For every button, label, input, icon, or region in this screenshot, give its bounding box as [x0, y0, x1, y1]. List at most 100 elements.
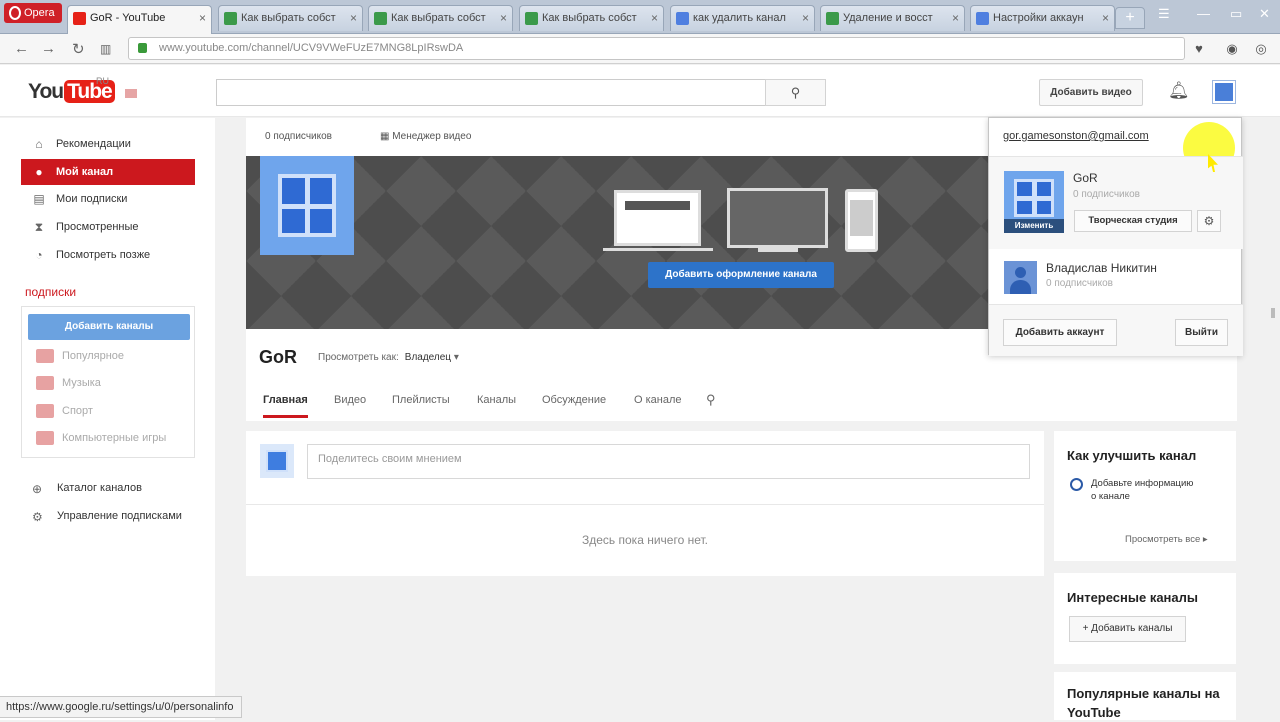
tab-home[interactable]: Главная	[263, 394, 308, 418]
popup-footer: Добавить аккаунт Выйти	[989, 305, 1243, 356]
settings-gear-icon[interactable]: ⚙	[1197, 210, 1221, 232]
tab-videos[interactable]: Видео	[334, 394, 366, 406]
browser-tab-6[interactable]: Удаление и восст ×	[820, 5, 965, 31]
tv-illustration	[727, 188, 828, 248]
tab-playlists[interactable]: Плейлисты	[392, 394, 450, 406]
hourglass-icon: ⧗	[34, 220, 44, 234]
address-bar[interactable]: www.youtube.com/channel/UCV9VWeFUzE7MNG8…	[128, 37, 1185, 60]
browser-tab-3[interactable]: Как выбрать собст ×	[368, 5, 513, 31]
sidebar-item-recommended[interactable]: ⌂ Рекомендации	[21, 131, 195, 157]
view-all-link[interactable]: Просмотреть все ▸	[1125, 534, 1208, 545]
browser-tab-5[interactable]: как удалить канал ×	[670, 5, 815, 31]
subscriber-count[interactable]: 0 подписчиков	[265, 131, 332, 142]
current-account-avatar[interactable]: Изменить	[1004, 171, 1064, 233]
laptop-illustration	[614, 190, 701, 246]
current-account-avatar-image	[1014, 179, 1054, 217]
sub-item-popular[interactable]: Популярное	[36, 349, 124, 363]
upload-video-button[interactable]: Добавить видео	[1039, 79, 1143, 106]
gaming-icon	[36, 431, 54, 445]
search-icon: ⚲	[790, 85, 801, 100]
close-tab-icon[interactable]: ×	[500, 6, 507, 30]
close-tab-icon[interactable]: ×	[651, 6, 658, 30]
extensions-icon[interactable]: ◎	[1250, 38, 1272, 60]
add-channel-art-button[interactable]: Добавить оформление канала	[648, 262, 834, 288]
home-icon: ⌂	[35, 137, 43, 151]
status-bar-url: https://www.google.ru/settings/u/0/perso…	[0, 696, 243, 718]
opera-menu-button[interactable]: Opera	[4, 3, 62, 23]
sub-item-sport[interactable]: Спорт	[36, 404, 93, 418]
channel-avatar-image	[278, 174, 336, 237]
subscriptions-heading[interactable]: подписки	[25, 285, 76, 299]
close-tab-icon[interactable]: ×	[952, 6, 959, 30]
forward-arrow-icon[interactable]: →	[41, 40, 56, 57]
sub-item-gaming[interactable]: Компьютерные игры	[36, 431, 166, 445]
sidebar-item-manage-subscriptions[interactable]: ⚙ Управление подписками	[32, 510, 182, 524]
tab-list-icon[interactable]: ☰	[1158, 6, 1170, 22]
page-favicon-icon	[224, 12, 237, 25]
secure-lock-icon	[138, 43, 147, 53]
change-avatar-button[interactable]: Изменить	[1004, 219, 1064, 233]
improve-channel-title: Как улучшить канал	[1067, 448, 1197, 463]
channel-avatar[interactable]	[260, 156, 354, 255]
subscriptions-box: Добавить каналы Популярное Музыка Спорт …	[21, 306, 195, 458]
browser-tab-youtube[interactable]: GoR - YouTube ×	[67, 5, 212, 34]
sidebar-item-history[interactable]: ⧗ Просмотренные	[21, 214, 195, 240]
youtube-logo[interactable]: You Tube RU	[28, 76, 115, 104]
video-manager-link[interactable]: ▦ Менеджер видео	[380, 131, 471, 142]
view-as-selector[interactable]: Просмотреть как: Владелец ▾	[318, 352, 459, 363]
new-tab-button[interactable]: +	[1115, 7, 1145, 29]
search-button[interactable]: ⚲	[765, 79, 826, 106]
browser-tab-7[interactable]: Настройки аккаун ×	[970, 5, 1115, 31]
add-account-button[interactable]: Добавить аккаунт	[1003, 319, 1117, 346]
feed-avatar-image	[266, 450, 288, 472]
other-account-avatar[interactable]	[1004, 261, 1037, 294]
scrollbar-grip[interactable]	[1271, 308, 1275, 318]
browser-tab-4[interactable]: Как выбрать собст ×	[519, 5, 664, 31]
sidebar-item-watch-later[interactable]: ◔ Посмотреть позже	[21, 242, 195, 268]
browser-nav-bar: ← → ↻ ▥ www.youtube.com/channel/UCV9VWeF…	[0, 34, 1280, 64]
tab-about[interactable]: О канале	[634, 394, 682, 406]
browser-tab-2[interactable]: Как выбрать собст ×	[218, 5, 363, 31]
download-icon[interactable]: ◉	[1221, 38, 1243, 60]
bookmark-heart-icon[interactable]: ♥	[1188, 38, 1210, 60]
minimize-icon[interactable]: —	[1197, 6, 1210, 21]
notifications-bell-icon[interactable]: 🔔︎	[1168, 81, 1190, 101]
laptop-base-illustration	[603, 248, 713, 251]
video-manager-icon: ▦	[380, 131, 393, 142]
maximize-icon[interactable]: ▭	[1230, 6, 1242, 22]
reload-icon[interactable]: ↻	[72, 40, 85, 58]
google-favicon-icon	[976, 12, 989, 25]
sub-item-music[interactable]: Музыка	[36, 376, 101, 390]
add-channels-card-button[interactable]: + Добавить каналы	[1069, 616, 1186, 642]
sidebar-item-subscriptions[interactable]: ▤ Мои подписки	[21, 186, 195, 212]
close-tab-icon[interactable]: ×	[802, 6, 809, 30]
channel-search-icon[interactable]: ⚲	[706, 392, 716, 408]
account-email-link[interactable]: gor.gamesonston@gmail.com	[1003, 130, 1149, 142]
popular-channels-title: Популярные каналы на YouTube	[1067, 686, 1220, 720]
close-tab-icon[interactable]: ×	[350, 6, 357, 30]
other-account-name[interactable]: Владислав Никитин	[1046, 261, 1157, 275]
guide-menu-icon[interactable]	[125, 89, 145, 98]
add-channels-button[interactable]: Добавить каналы	[28, 314, 190, 340]
creator-studio-button[interactable]: Творческая студия	[1074, 210, 1192, 232]
close-tab-icon[interactable]: ×	[199, 6, 206, 30]
sidebar-item-my-channel[interactable]: ● Мой канал	[21, 159, 195, 185]
close-tab-icon[interactable]: ×	[1102, 6, 1109, 30]
logout-button[interactable]: Выйти	[1175, 319, 1228, 346]
share-input[interactable]: Поделитесь своим мнением	[307, 444, 1030, 479]
page-scrollbar[interactable]	[1267, 118, 1280, 720]
search-input[interactable]	[216, 79, 766, 106]
tip-add-info-link[interactable]: Добавьте информацию о канале	[1091, 477, 1201, 503]
back-arrow-icon[interactable]: ←	[14, 40, 29, 57]
current-account-row: Изменить GoR 0 подписчиков Творческая ст…	[989, 157, 1243, 249]
sidebar-item-channel-catalog[interactable]: ⊕ Каталог каналов	[32, 482, 142, 496]
speed-dial-icon[interactable]: ▥	[100, 42, 111, 56]
feed-avatar	[260, 444, 294, 478]
account-avatar-button[interactable]	[1212, 80, 1236, 104]
popular-icon	[36, 349, 54, 363]
tab-discussion[interactable]: Обсуждение	[542, 394, 606, 406]
channel-name[interactable]: GoR	[259, 347, 297, 368]
tab-channels[interactable]: Каналы	[477, 394, 516, 406]
close-window-icon[interactable]: ✕	[1259, 6, 1270, 22]
feed-divider	[246, 504, 1044, 505]
